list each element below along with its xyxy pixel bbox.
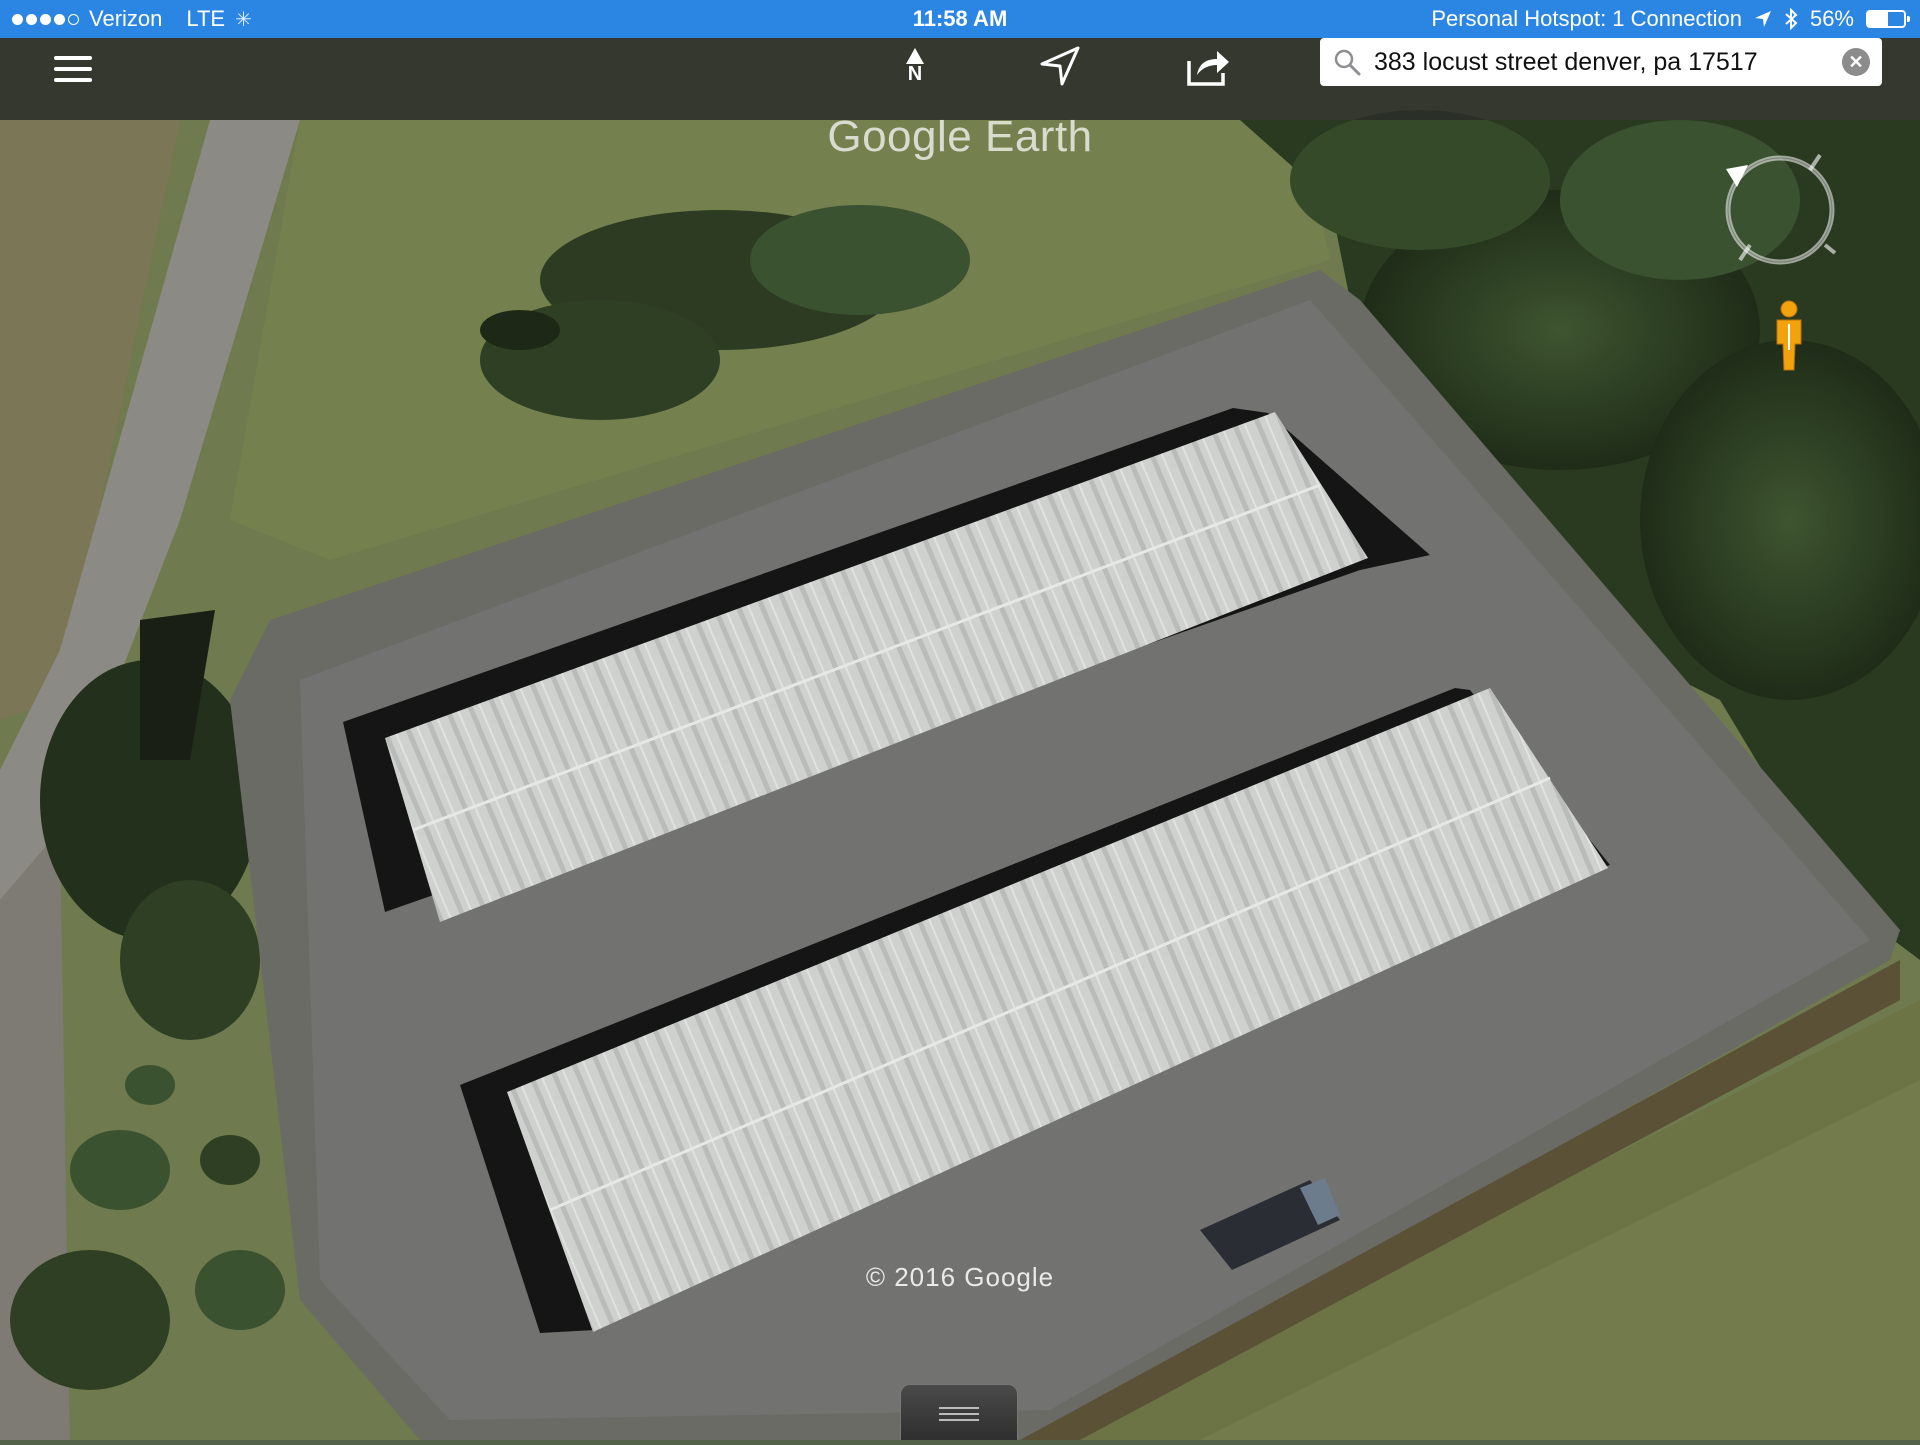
hotspot-status: Personal Hotspot: 1 Connection bbox=[1431, 6, 1742, 31]
satellite-imagery bbox=[0, 0, 1920, 1440]
battery-percent: 56% bbox=[1809, 6, 1854, 31]
search-input[interactable]: 383 locust street denver, pa 17517 bbox=[1374, 48, 1842, 77]
my-location-button[interactable] bbox=[1035, 40, 1085, 92]
compass-icon[interactable] bbox=[1715, 145, 1845, 275]
north-up-button[interactable]: N bbox=[890, 42, 940, 90]
pegman-icon[interactable] bbox=[1772, 300, 1806, 372]
search-field[interactable]: 383 locust street denver, pa 17517 ✕ bbox=[1320, 38, 1882, 86]
drawer-handle[interactable] bbox=[900, 1384, 1018, 1440]
satellite-map[interactable]: Google Earth © 2016 Google bbox=[0, 0, 1920, 1440]
bluetooth-icon bbox=[1785, 8, 1798, 30]
location-arrow-icon bbox=[1040, 46, 1080, 86]
hamburger-menu-icon[interactable] bbox=[48, 46, 98, 92]
location-services-icon bbox=[1754, 11, 1771, 27]
battery-icon bbox=[1866, 10, 1910, 28]
north-arrow-icon bbox=[906, 48, 924, 64]
search-icon bbox=[1334, 49, 1361, 76]
close-icon: ✕ bbox=[1848, 51, 1864, 72]
copyright-text: © 2016 Google bbox=[865, 1262, 1055, 1292]
north-label: N bbox=[907, 63, 923, 85]
status-bar: Verizon LTE ✳ 11:58 AM Personal Hotspot:… bbox=[0, 0, 1920, 38]
clear-search-button[interactable]: ✕ bbox=[1842, 48, 1870, 76]
toolbar: N 383 locust street denver, pa 17517 ✕ bbox=[0, 38, 1920, 120]
status-right: Personal Hotspot: 1 Connection 56% bbox=[1431, 0, 1910, 38]
share-icon bbox=[1187, 51, 1229, 86]
share-button[interactable] bbox=[1180, 40, 1236, 94]
